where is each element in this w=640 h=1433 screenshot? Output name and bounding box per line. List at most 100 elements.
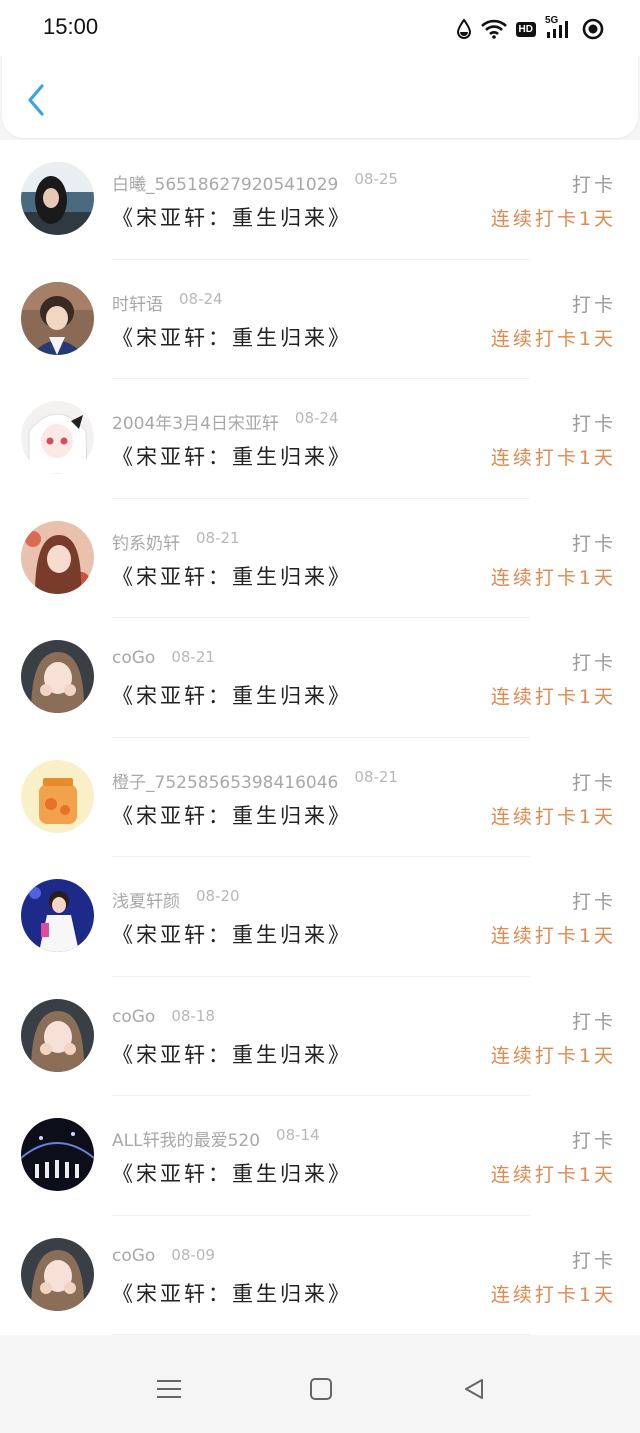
avatar[interactable] [21,640,94,713]
book-title[interactable]: 《宋亚轩：重生归来》 [112,1039,352,1069]
book-title[interactable]: 《宋亚轩：重生归来》 [112,680,352,710]
streak-label: 连续打卡1天 [490,1044,616,1067]
list-item[interactable]: 钓系奶轩 08-21 《宋亚轩：重生归来》 打卡 连续打卡1天 [0,498,640,618]
avatar[interactable] [21,1237,94,1311]
user-name[interactable]: coGo [112,1007,155,1027]
user-name[interactable]: 浅夏轩颜 [112,887,180,912]
user-name[interactable]: 白曦_56518627920541029 [112,170,338,195]
book-title[interactable]: 《宋亚轩：重生归来》 [112,800,352,830]
book-title[interactable]: 《宋亚轩：重生归来》 [112,561,352,591]
user-name[interactable]: coGo [112,648,155,668]
list-item[interactable]: 浅夏轩颜 08-20 《宋亚轩：重生归来》 打卡 连续打卡1天 [0,857,640,977]
user-name[interactable]: ALL轩我的最爱520 [112,1126,260,1151]
streak-label: 连续打卡1天 [490,327,616,350]
streak-label: 连续打卡1天 [490,566,616,589]
hd-icon: HD [515,21,536,37]
status-icons: HD 5G [456,15,604,42]
entry-date: 08-21 [171,648,215,666]
list-item[interactable]: ALL轩我的最爱520 08-14 《宋亚轩：重生归来》 打卡 连续打卡1天 [0,1096,640,1216]
book-title[interactable]: 《宋亚轩：重生归来》 [112,322,352,352]
5g-signal-icon: 5G [545,15,573,39]
entry-date: 08-21 [196,528,240,547]
avatar[interactable] [21,281,94,355]
wifi-icon [480,19,507,39]
entry-meta: 2004年3月4日宋亚轩 08-24 [112,409,339,434]
entry-meta: 白曦_56518627920541029 08-25 [112,170,398,195]
checkin-label: 打卡 [571,1130,616,1152]
entry-date: 08-24 [294,409,339,427]
entry-date: 08-25 [354,170,398,188]
status-time: 15:00 [43,14,99,39]
book-title[interactable]: 《宋亚轩：重生归来》 [112,202,352,232]
checkin-list: 白曦_56518627920541029 08-25 《宋亚轩：重生归来》 打卡… [0,140,640,1335]
user-name[interactable]: 橙子_75258565398416046 [112,768,338,793]
home-square-icon [310,1378,332,1400]
user-name[interactable]: 2004年3月4日宋亚轩 [112,409,279,434]
entry-date: 08-21 [354,767,398,786]
entry-date: 08-09 [171,1245,215,1264]
avatar[interactable] [21,759,94,833]
checkin-label: 打卡 [571,891,616,913]
entry-date: 08-14 [276,1126,320,1144]
list-item[interactable]: 橙子_75258565398416046 08-21 《宋亚轩：重生归来》 打卡… [0,737,640,857]
entry-meta: coGo 08-18 [112,1007,215,1027]
user-name[interactable]: 时轩语 [112,290,163,315]
entry-meta: 橙子_75258565398416046 08-21 [112,768,398,793]
entry-date: 08-24 [179,289,223,308]
avatar[interactable] [21,1118,94,1191]
book-title[interactable]: 《宋亚轩：重生归来》 [112,919,352,949]
recent-apps-button[interactable] [149,1369,189,1409]
streak-label: 连续打卡1天 [490,805,616,828]
entry-meta: 浅夏轩颜 08-20 [112,887,240,912]
back-button[interactable] [20,80,52,120]
entry-meta: coGo 08-21 [112,648,215,668]
network-label: 5G [545,15,559,26]
record-icon [582,18,604,40]
list-item[interactable]: coGo 08-18 《宋亚轩：重生归来》 打卡 连续打卡1天 [0,976,640,1096]
avatar[interactable] [21,879,94,952]
book-title[interactable]: 《宋亚轩：重生归来》 [112,441,352,471]
entry-meta: 时轩语 08-24 [112,290,223,315]
avatar[interactable] [21,998,94,1072]
list-item[interactable]: coGo 08-09 《宋亚轩：重生归来》 打卡 连续打卡1天 [0,1215,640,1335]
system-back-button[interactable] [454,1369,494,1409]
status-bar: 15:00 HD 5G [0,0,640,56]
user-name[interactable]: 钓系奶轩 [112,529,180,554]
entry-date: 08-20 [196,887,240,905]
system-nav-bar [0,1345,640,1433]
entry-meta: coGo 08-09 [112,1246,215,1266]
list-item[interactable]: 2004年3月4日宋亚轩 08-24 《宋亚轩：重生归来》 打卡 连续打卡1天 [0,379,640,499]
avatar[interactable] [21,401,94,474]
book-title[interactable]: 《宋亚轩：重生归来》 [112,1158,352,1188]
avatar[interactable] [21,162,94,235]
checkin-label: 打卡 [571,293,616,316]
entry-meta: 钓系奶轩 08-21 [112,529,240,554]
book-title[interactable]: 《宋亚轩：重生归来》 [112,1278,352,1308]
back-triangle-icon [465,1379,483,1399]
user-name[interactable]: coGo [112,1246,155,1266]
list-item[interactable]: coGo 08-21 《宋亚轩：重生归来》 打卡 连续打卡1天 [0,618,640,738]
streak-label: 连续打卡1天 [490,1283,616,1306]
streak-label: 连续打卡1天 [490,1164,616,1186]
list-item[interactable]: 白曦_56518627920541029 08-25 《宋亚轩：重生归来》 打卡… [0,140,640,260]
chevron-left-icon [28,84,44,116]
checkin-label: 打卡 [571,1249,616,1272]
checkin-label: 打卡 [571,1010,616,1033]
menu-icon [157,1380,181,1398]
checkin-label: 打卡 [571,174,616,196]
checkin-label: 打卡 [571,532,616,555]
checkin-label: 打卡 [571,771,616,794]
avatar[interactable] [21,520,94,594]
checkin-label: 打卡 [571,652,616,674]
entry-date: 08-18 [171,1006,215,1025]
streak-label: 连续打卡1天 [490,686,616,708]
home-button[interactable] [301,1369,341,1409]
header [2,56,638,138]
list-item[interactable]: 时轩语 08-24 《宋亚轩：重生归来》 打卡 连续打卡1天 [0,259,640,379]
streak-label: 连续打卡1天 [490,208,616,230]
checkin-label: 打卡 [571,413,616,435]
streak-label: 连续打卡1天 [490,447,616,469]
entry-meta: ALL轩我的最爱520 08-14 [112,1126,320,1151]
streak-label: 连续打卡1天 [490,925,616,947]
drop-icon [456,19,472,39]
